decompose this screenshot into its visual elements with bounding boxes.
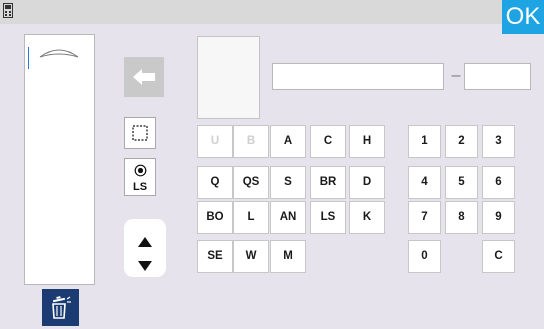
letter-key[interactable]: C	[310, 125, 346, 158]
backspace-button[interactable]	[124, 57, 164, 97]
letter-key[interactable]: L	[233, 201, 269, 234]
delete-button[interactable]	[42, 289, 79, 326]
device-icon	[3, 3, 13, 18]
number-key[interactable]: 5	[445, 166, 478, 199]
radio-icon	[134, 162, 147, 181]
letter-key[interactable]: SE	[197, 240, 233, 273]
letter-key[interactable]: W	[233, 240, 269, 273]
letter-key[interactable]: BO	[197, 201, 233, 234]
number-key[interactable]: 8	[445, 201, 478, 234]
dashed-square-icon	[132, 125, 148, 145]
letter-key[interactable]: H	[349, 125, 385, 158]
text-cursor	[28, 47, 29, 69]
letter-key[interactable]: A	[270, 125, 306, 158]
number-key[interactable]: 7	[408, 201, 441, 234]
number-key[interactable]: 4	[408, 166, 441, 199]
letter-key[interactable]: LS	[310, 201, 346, 234]
letter-key[interactable]: Q	[197, 166, 233, 199]
number-key[interactable]: 1	[408, 125, 441, 158]
number-key[interactable]: 6	[482, 166, 515, 199]
number-key[interactable]: 2	[445, 125, 478, 158]
title-bar	[0, 0, 544, 24]
letter-key[interactable]: K	[349, 201, 385, 234]
letter-key[interactable]: BR	[310, 166, 346, 199]
triangle-down-icon[interactable]	[138, 256, 152, 275]
item-list[interactable]	[24, 34, 95, 285]
letter-key[interactable]: M	[270, 240, 306, 273]
arrow-left-icon	[132, 68, 156, 90]
ls-label: LS	[132, 181, 148, 193]
letter-key: U	[197, 125, 233, 158]
ls-tool-button[interactable]: LS	[124, 158, 156, 196]
scroll-control	[124, 219, 166, 277]
ok-button[interactable]: OK	[502, 0, 544, 34]
letter-key: B	[233, 125, 269, 158]
triangle-up-icon[interactable]	[138, 232, 152, 251]
trash-icon	[50, 296, 72, 324]
number-key[interactable]: 0	[408, 240, 441, 273]
number-key[interactable]: 3	[482, 125, 515, 158]
letter-key[interactable]: D	[349, 166, 385, 199]
code-input[interactable]	[272, 63, 444, 90]
handle-icon[interactable]	[37, 44, 81, 63]
letter-key[interactable]: S	[270, 166, 306, 199]
letter-key[interactable]: AN	[270, 201, 306, 234]
select-tool-button[interactable]	[124, 117, 156, 149]
suffix-input[interactable]	[464, 63, 531, 90]
number-key[interactable]: 9	[482, 201, 515, 234]
number-key[interactable]: C	[482, 240, 515, 273]
separator-dash: –	[451, 67, 461, 84]
preview-area	[197, 36, 260, 119]
letter-key[interactable]: QS	[233, 166, 269, 199]
